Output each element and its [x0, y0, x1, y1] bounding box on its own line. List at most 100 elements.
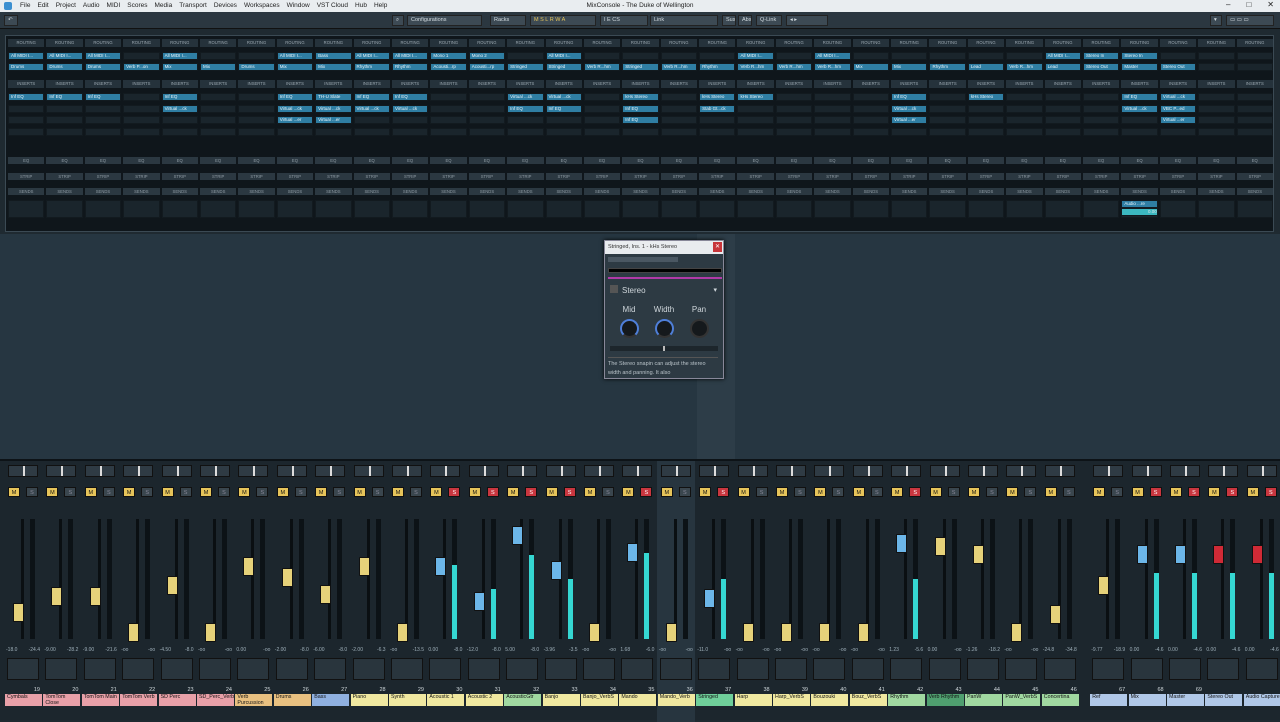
insert-slot[interactable] [1083, 93, 1120, 101]
insert-slot[interactable]: Virtual ...ck [391, 104, 429, 113]
sends-header[interactable]: SENDS [852, 188, 890, 195]
channel-name[interactable]: Bouzouki [811, 694, 849, 706]
insert-slot[interactable] [1044, 104, 1082, 113]
volume-fader[interactable] [742, 622, 754, 642]
insert-slot[interactable] [199, 127, 237, 136]
pan-control[interactable] [430, 465, 461, 477]
channel-buttons[interactable] [122, 658, 155, 680]
insert-slot[interactable] [199, 104, 237, 113]
insert-slot[interactable] [583, 116, 621, 124]
eq-header[interactable]: EQ [891, 157, 928, 164]
insert-slot[interactable]: Virtual ...ck [545, 93, 582, 101]
channel-name[interactable]: Piano [350, 694, 388, 706]
mute-button[interactable]: M [46, 487, 59, 497]
strip-header[interactable]: STRIP [1198, 173, 1235, 180]
solo-button[interactable]: S [986, 487, 998, 497]
channel-buttons[interactable] [83, 658, 116, 680]
pan-control[interactable] [200, 465, 230, 477]
insert-slot[interactable]: Inf EQ [161, 93, 198, 101]
channel-buttons[interactable] [45, 658, 78, 680]
send-slot[interactable] [891, 200, 928, 218]
routing-header[interactable]: ROUTING [507, 39, 544, 47]
send-slot[interactable] [775, 200, 813, 218]
insert-slot[interactable] [1198, 116, 1235, 124]
pan-control[interactable] [1131, 465, 1162, 477]
channel-name[interactable]: Stereo Out [1205, 694, 1243, 706]
routing-header[interactable]: ROUTING [1044, 39, 1082, 47]
insert-slot[interactable] [468, 127, 506, 136]
channel-name[interactable]: PanW_VerbS [1003, 694, 1041, 706]
channel-buttons[interactable] [928, 658, 961, 680]
mute-button[interactable]: M [8, 487, 20, 497]
sends-header[interactable]: SENDS [238, 188, 275, 195]
input-routing-slot[interactable]: All MIDI I... [161, 52, 198, 60]
insert-slot[interactable] [1236, 104, 1273, 113]
pan-control[interactable] [1208, 465, 1239, 477]
inserts-header[interactable]: INSERTS [430, 80, 467, 88]
pan-control[interactable] [545, 465, 576, 477]
pan-control[interactable] [1006, 465, 1037, 477]
input-routing-slot[interactable] [123, 52, 160, 60]
insert-slot[interactable] [545, 116, 582, 124]
insert-slot[interactable] [699, 116, 736, 124]
strip-header[interactable]: STRIP [353, 173, 390, 180]
sends-header[interactable]: SENDS [1083, 188, 1120, 195]
channel-buttons[interactable] [621, 658, 654, 680]
volume-fader[interactable] [397, 622, 408, 642]
sus-button[interactable]: Sus [722, 15, 736, 26]
insert-slot[interactable] [1006, 116, 1043, 124]
routing-header[interactable]: ROUTING [660, 39, 698, 47]
output-routing-slot[interactable] [1198, 63, 1235, 71]
insert-slot[interactable] [161, 127, 198, 136]
output-routing-slot[interactable]: Mix [852, 63, 890, 71]
insert-slot[interactable] [1006, 127, 1043, 136]
pan-control[interactable] [1044, 465, 1075, 477]
solo-button[interactable]: S [870, 487, 883, 497]
pan-control[interactable] [468, 465, 499, 477]
insert-slot[interactable] [353, 116, 390, 124]
insert-slot[interactable]: Inf EQ [622, 104, 659, 113]
insert-slot[interactable]: Virtual ...ck [353, 104, 390, 113]
strip-header[interactable]: STRIP [1044, 173, 1082, 180]
abs-button[interactable]: Abs [738, 15, 752, 26]
output-routing-slot[interactable]: Verb P...on [123, 63, 160, 71]
output-routing-slot[interactable]: Lead [967, 63, 1005, 71]
strip-header[interactable]: STRIP [1006, 173, 1043, 180]
inserts-header[interactable]: INSERTS [967, 80, 1005, 88]
output-routing-slot[interactable]: Rhythm [699, 63, 736, 71]
search-icon[interactable]: ⌕ [392, 15, 404, 26]
channel-name[interactable]: Harp_VerbS [773, 694, 810, 706]
close-icon[interactable]: ✕ [713, 242, 722, 252]
sends-header[interactable]: SENDS [583, 188, 621, 195]
pan-control[interactable] [84, 465, 115, 477]
insert-slot[interactable] [1044, 127, 1082, 136]
solo-button[interactable]: S [717, 487, 730, 497]
channel-name[interactable]: Bouz_VerbS [849, 694, 887, 706]
insert-slot[interactable] [814, 127, 851, 136]
eq-header[interactable]: EQ [430, 157, 467, 164]
output-routing-slot[interactable]: Verb R...hm [814, 63, 851, 71]
input-routing-slot[interactable]: Mono 1 [430, 52, 467, 60]
pan-control[interactable] [622, 465, 653, 477]
eq-header[interactable]: EQ [1121, 157, 1158, 164]
routing-header[interactable]: ROUTING [430, 39, 467, 47]
eq-header[interactable]: EQ [199, 157, 237, 164]
channel-name[interactable]: Stringed [696, 694, 734, 706]
sends-header[interactable]: SENDS [161, 188, 198, 195]
send-slot[interactable] [391, 200, 429, 218]
send-slot[interactable] [276, 200, 314, 218]
solo-button[interactable]: S [141, 487, 154, 497]
pan-control[interactable] [929, 465, 960, 477]
inserts-header[interactable]: INSERTS [161, 80, 198, 88]
solo-button[interactable]: S [794, 487, 806, 497]
insert-slot[interactable] [1006, 93, 1043, 101]
input-routing-slot[interactable]: All MIDI I... [737, 52, 774, 60]
solo-button[interactable]: S [1226, 487, 1239, 497]
strip-header[interactable]: STRIP [699, 173, 736, 180]
insert-slot[interactable]: kHs Stereo [967, 93, 1005, 101]
env-buttons[interactable]: I E CS [600, 15, 648, 26]
channel-buttons[interactable] [659, 658, 692, 680]
channel-name[interactable]: TomTom Verb [120, 694, 158, 706]
channel-buttons[interactable] [429, 658, 462, 680]
eq-header[interactable]: EQ [814, 157, 851, 164]
